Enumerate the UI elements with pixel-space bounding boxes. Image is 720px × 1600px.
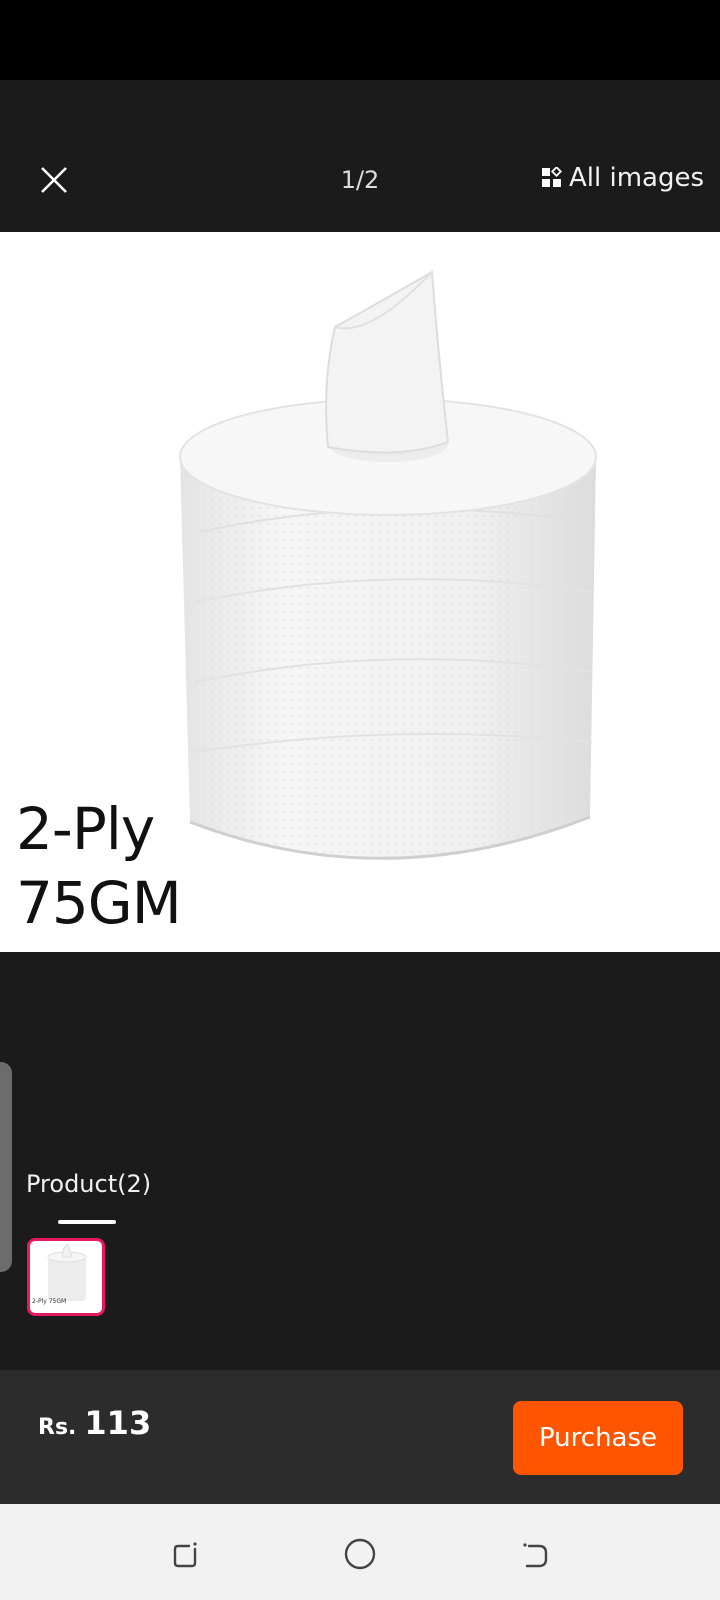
price: Rs. 113 xyxy=(38,1404,151,1442)
back-icon xyxy=(523,1543,548,1568)
system-nav-bar xyxy=(0,1504,720,1600)
tab-product[interactable]: Product(2) xyxy=(26,1170,151,1198)
side-drag-handle[interactable] xyxy=(0,1062,12,1272)
bottom-bar: Rs. 113 Purchase xyxy=(0,1370,720,1504)
thumbnail-roll-icon: 2-Ply 75GM xyxy=(32,1243,87,1305)
caption-gsm: 75GM xyxy=(16,869,182,937)
image-caption: 2-Ply 75GM xyxy=(16,792,182,940)
product-thumbnail[interactable]: 2-Ply 75GM xyxy=(27,1238,105,1316)
status-bar xyxy=(0,0,720,80)
thumbnail-caption: 2-Ply 75GM xyxy=(32,1298,66,1305)
purchase-button[interactable]: Purchase xyxy=(513,1401,683,1475)
price-currency: Rs. xyxy=(38,1415,77,1440)
product-image[interactable]: 2-Ply 75GM xyxy=(0,232,720,952)
nav-back-button[interactable] xyxy=(515,1534,555,1574)
price-amount: 113 xyxy=(84,1404,152,1442)
top-bar: 1/2 All images xyxy=(0,80,720,232)
nav-home-button[interactable] xyxy=(340,1534,380,1574)
grid-icon xyxy=(541,167,562,187)
gallery-panel: Product(2) 2-Ply 75GM xyxy=(0,952,720,1370)
all-images-label: All images xyxy=(568,163,704,193)
home-icon xyxy=(344,1538,376,1570)
recents-icon xyxy=(173,1542,197,1568)
all-images-button[interactable]: All images xyxy=(541,158,704,198)
tab-underline xyxy=(58,1220,116,1224)
nav-recents-button[interactable] xyxy=(165,1534,205,1574)
caption-ply: 2-Ply xyxy=(16,795,155,863)
